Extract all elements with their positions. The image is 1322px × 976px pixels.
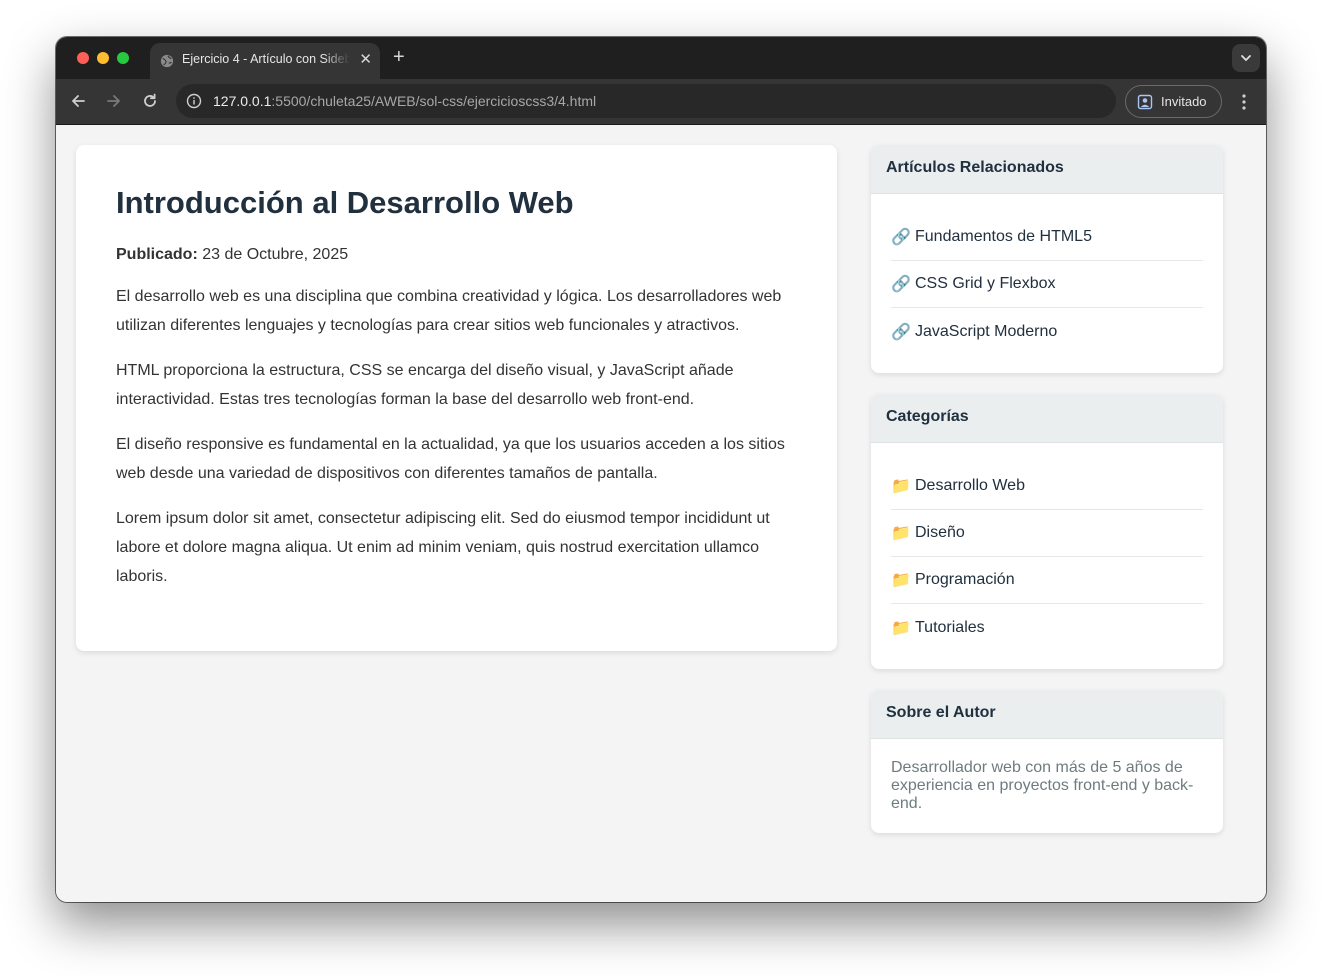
- chevron-down-icon: [1241, 55, 1251, 62]
- category-link[interactable]: 📁 Diseño: [891, 510, 1203, 557]
- more-options-icon[interactable]: [1238, 92, 1250, 112]
- related-articles-list: 🔗 Fundamentos de HTML5 🔗 CSS Grid y Flexbo…: [871, 194, 1223, 373]
- article-paragraph: Lorem ipsum dolor sit amet, consectetur …: [116, 510, 770, 585]
- tab-strip: Ejercicio 4 - Artículo con Sidebar ✕ +: [56, 37, 1266, 79]
- maximize-window-button[interactable]: [117, 52, 129, 64]
- back-icon[interactable]: [68, 91, 88, 111]
- related-article-link[interactable]: 🔗 JavaScript Moderno: [891, 308, 1203, 355]
- related-article-label[interactable]: CSS Grid y Flexbox: [915, 275, 1055, 293]
- tab-close-icon[interactable]: ✕: [359, 51, 372, 69]
- link-icon: 🔗: [891, 323, 911, 341]
- widget-title-author: Sobre el Autor: [871, 690, 1223, 739]
- article-paragraph: El desarrollo web es una disciplina que …: [116, 288, 782, 334]
- category-link[interactable]: 📁 Tutoriales: [891, 604, 1203, 651]
- related-article-label[interactable]: Fundamentos de HTML5: [915, 228, 1092, 246]
- forward-icon[interactable]: [104, 91, 124, 111]
- close-window-button[interactable]: [77, 52, 89, 64]
- globe-icon: [160, 54, 174, 68]
- related-article-link[interactable]: 🔗 CSS Grid y Flexbox: [891, 261, 1203, 308]
- profile-button[interactable]: Invitado: [1125, 85, 1222, 118]
- author-bio: Desarrollador web con más de 5 años de e…: [891, 759, 1194, 812]
- category-label[interactable]: Diseño: [915, 524, 965, 542]
- site-info-icon[interactable]: [186, 93, 202, 109]
- widget-title-categories: Categorías: [871, 394, 1223, 443]
- tab-title: Ejercicio 4 - Artículo con Sidebar: [182, 52, 350, 66]
- related-article-link[interactable]: 🔗 Fundamentos de HTML5: [891, 214, 1203, 261]
- browser-window: Ejercicio 4 - Artículo con Sidebar ✕ + 1…: [56, 37, 1266, 902]
- link-icon: 🔗: [891, 276, 911, 293]
- category-label[interactable]: Tutoriales: [915, 619, 985, 637]
- new-tab-button[interactable]: +: [393, 46, 405, 68]
- categories-widget: Categorías 📁 Desarrollo Web 📁 Diseño 📁 Prog…: [871, 394, 1223, 669]
- link-icon: 🔗: [891, 229, 911, 246]
- author-widget: Sobre el Autor Desarrollador web con más…: [871, 690, 1223, 833]
- categories-list: 📁 Desarrollo Web 📁 Diseño 📁 Programación 📁 T…: [871, 443, 1223, 669]
- url-host: 127.0.0.1: [213, 93, 272, 109]
- folder-icon: 📁: [891, 525, 911, 542]
- browser-toolbar: 127.0.0.1:5500/chuleta25/AWEB/sol-css/ej…: [56, 79, 1266, 125]
- published-date: 23 de Octubre, 2025: [197, 246, 349, 263]
- folder-icon: 📁: [891, 572, 911, 589]
- article-meta: Publicado: 23 de Octubre, 2025: [116, 243, 797, 267]
- article-title: Introducción al Desarrollo Web: [116, 185, 574, 220]
- tab-search-button[interactable]: [1232, 44, 1260, 72]
- url-path: :5500/chuleta25/AWEB/sol-css/ejerciciosc…: [271, 93, 597, 109]
- category-label[interactable]: Desarrollo Web: [915, 477, 1025, 495]
- minimize-window-button[interactable]: [97, 52, 109, 64]
- page-viewport: Introducción al Desarrollo Web Publicado…: [56, 125, 1266, 902]
- address-bar[interactable]: 127.0.0.1:5500/chuleta25/AWEB/sol-css/ej…: [176, 84, 1116, 118]
- article-paragraph: El diseño responsive es fundamental en l…: [116, 436, 785, 482]
- profile-label: Invitado: [1161, 94, 1207, 109]
- folder-icon: 📁: [891, 619, 911, 637]
- guest-profile-icon: [1137, 94, 1153, 110]
- reload-icon[interactable]: [140, 91, 160, 111]
- article-paragraph: HTML proporciona la estructura, CSS se e…: [116, 362, 734, 408]
- widget-title-related: Artículos Relacionados: [871, 145, 1223, 194]
- url-text: 127.0.0.1:5500/chuleta25/AWEB/sol-css/ej…: [213, 93, 596, 109]
- main-article: Introducción al Desarrollo Web Publicado…: [76, 145, 837, 651]
- category-link[interactable]: 📁 Desarrollo Web: [891, 463, 1203, 510]
- category-link[interactable]: 📁 Programación: [891, 557, 1203, 604]
- related-articles-widget: Artículos Relacionados 🔗 Fundamentos de H…: [871, 145, 1223, 373]
- related-article-label[interactable]: JavaScript Moderno: [915, 323, 1057, 341]
- browser-tab-active[interactable]: Ejercicio 4 - Artículo con Sidebar ✕: [150, 43, 380, 79]
- category-label[interactable]: Programación: [915, 571, 1015, 589]
- folder-icon: 📁: [891, 478, 911, 495]
- published-label: Publicado:: [116, 246, 198, 263]
